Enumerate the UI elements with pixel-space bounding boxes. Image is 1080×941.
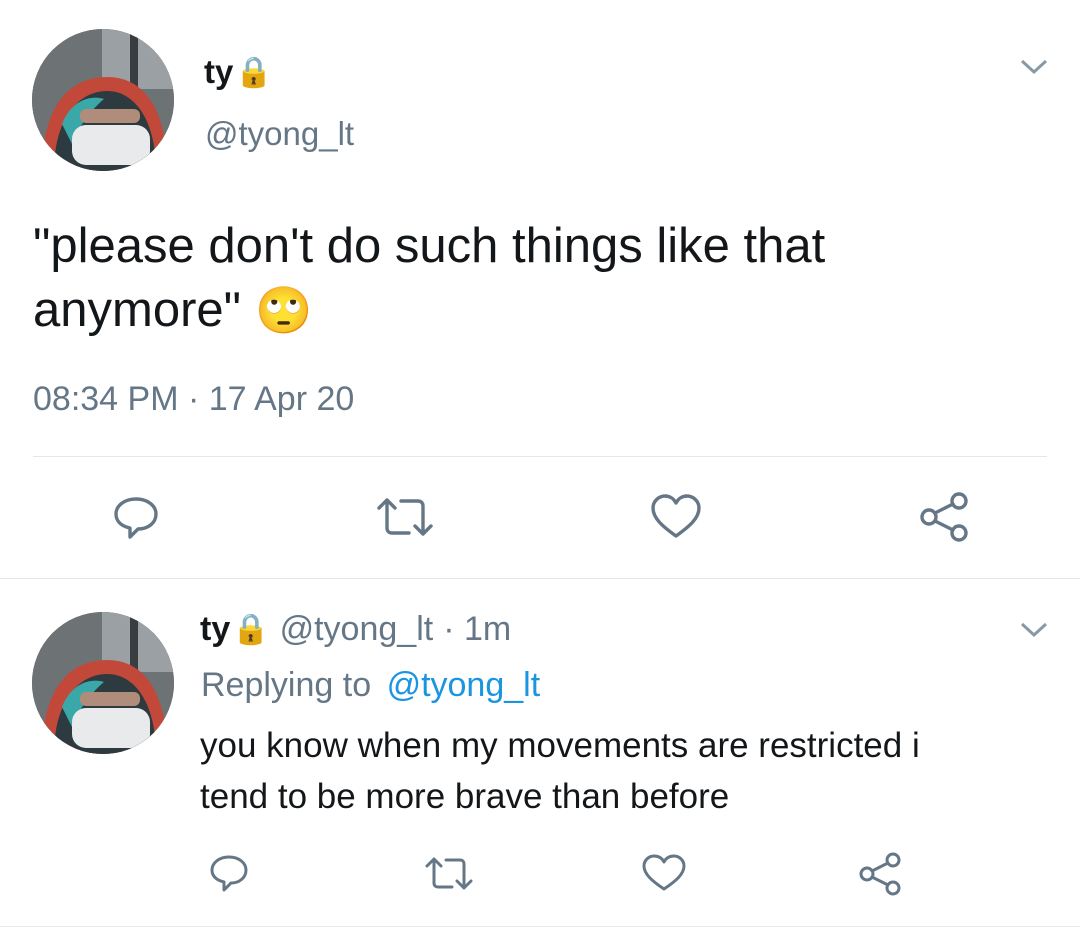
eye-roll-emoji: 🙄 [255,284,313,336]
share-icon[interactable] [856,851,904,897]
tweet-text-line: anymore" [33,283,242,337]
reply-text-line: tend to be more brave than before [200,777,730,816]
retweet-icon[interactable] [422,854,476,894]
heart-icon[interactable] [640,852,688,894]
display-name-row: ty 🔒 [204,52,273,92]
reply-icon[interactable] [206,852,252,894]
tweet-age[interactable]: · 1m [443,610,511,649]
divider [33,456,1047,457]
lock-icon: 🔒 [235,55,273,89]
reply-header-row: ty 🔒 @tyong_lt · 1m [200,608,511,650]
reply-icon[interactable] [108,492,164,542]
avatar[interactable] [32,29,174,171]
reply-text-line: you know when my movements are restricte… [200,726,920,765]
lock-icon: 🔒 [232,612,270,646]
replying-to-link[interactable]: @tyong_lt [387,666,541,704]
chevron-down-icon[interactable] [1018,619,1050,641]
heart-icon[interactable] [648,492,704,542]
avatar-image [32,29,174,171]
replying-to-line: Replying to @tyong_lt [201,666,540,705]
bottom-divider [0,926,1080,927]
user-handle[interactable]: @tyong_lt [205,115,354,153]
display-name[interactable]: ty [204,53,233,91]
tweet-text-line: "please don't do such things like that [33,219,826,273]
user-handle[interactable]: @tyong_lt [280,610,434,649]
tweet-timestamp[interactable]: 08:34 PM · 17 Apr 20 [33,380,354,419]
chevron-down-icon[interactable] [1018,56,1050,78]
tweet-text: "please don't do such things like that a… [33,214,825,342]
avatar-image [32,612,174,754]
reply-text: you know when my movements are restricte… [200,720,920,822]
display-name[interactable]: ty [200,610,230,649]
retweet-icon[interactable] [373,494,437,540]
tweet-separator [0,578,1080,579]
avatar[interactable] [32,612,174,754]
replying-to-label: Replying to [201,666,372,704]
share-icon[interactable] [916,490,972,544]
